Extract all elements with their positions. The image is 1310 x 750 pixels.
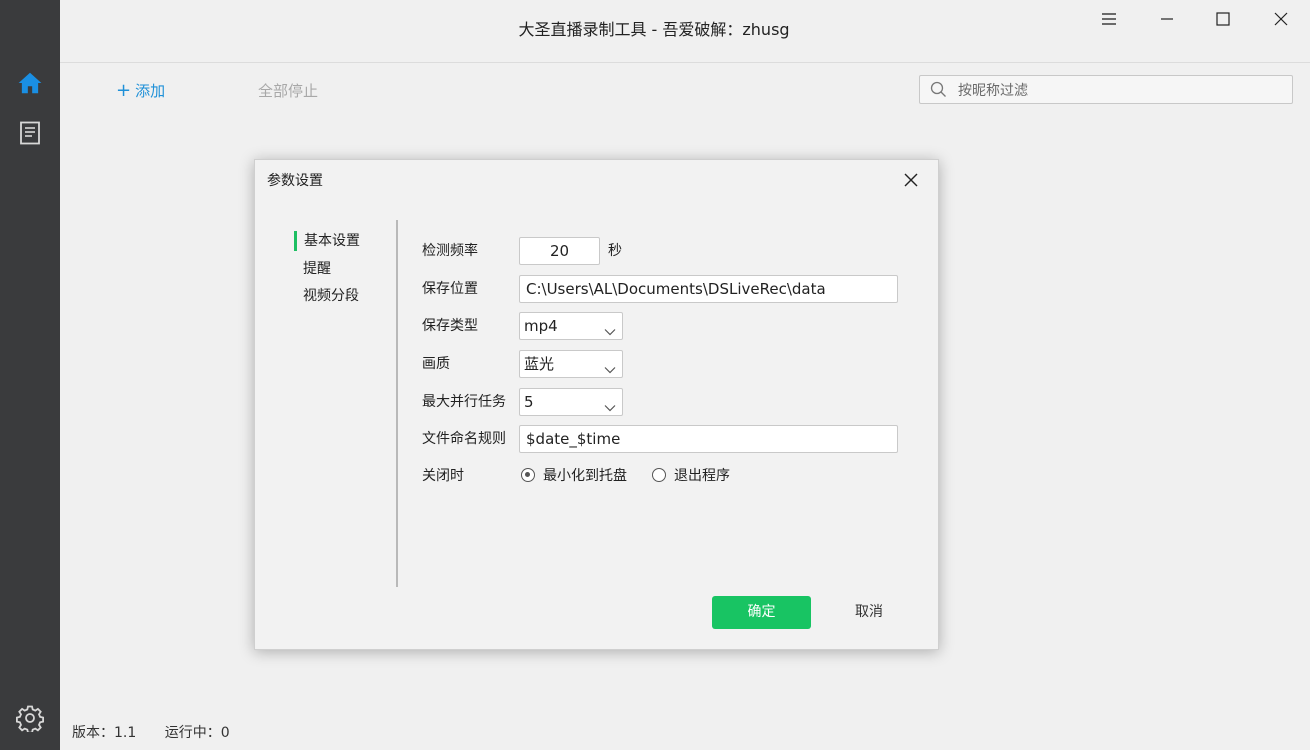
gear-icon xyxy=(16,704,44,736)
chevron-down-icon xyxy=(604,397,616,416)
search-icon xyxy=(930,81,947,102)
interval-unit: 秒 xyxy=(608,243,622,259)
running-count: 运行中：0 xyxy=(164,725,230,741)
close-icon xyxy=(904,172,918,191)
radio-unselected-icon xyxy=(652,468,666,482)
sidebar-item-settings[interactable] xyxy=(0,695,60,745)
interval-label: 检测频率 xyxy=(422,243,478,259)
naming-rule-input[interactable] xyxy=(520,426,897,452)
quality-select[interactable]: 蓝光 xyxy=(519,350,623,378)
add-button[interactable]: + 添加 xyxy=(116,78,165,104)
save-path-label: 保存位置 xyxy=(422,281,478,297)
naming-rule-label: 文件命名规则 xyxy=(422,431,506,447)
menu-icon xyxy=(1101,11,1117,30)
chevron-down-icon xyxy=(604,359,616,378)
close-window-button[interactable] xyxy=(1252,0,1310,40)
close-icon xyxy=(1274,11,1288,30)
search-box xyxy=(919,75,1293,105)
home-icon xyxy=(17,70,43,100)
save-path-box xyxy=(519,275,898,303)
max-tasks-value: 5 xyxy=(524,393,534,411)
save-type-value: mp4 xyxy=(524,317,558,335)
save-path-input[interactable] xyxy=(520,276,897,302)
radio-minimize-label: 最小化到托盘 xyxy=(543,468,627,484)
plus-icon: + xyxy=(116,80,132,101)
minimize-button[interactable] xyxy=(1138,0,1196,40)
max-tasks-select[interactable]: 5 xyxy=(519,388,623,416)
sidebar-item-home[interactable] xyxy=(0,60,60,110)
search-input[interactable] xyxy=(956,76,1280,105)
nav-video-segment[interactable]: 视频分段 xyxy=(295,286,359,306)
sidebar-item-logs[interactable] xyxy=(0,110,60,160)
document-icon xyxy=(19,121,41,149)
stop-all-label: 全部停止 xyxy=(258,82,319,100)
radio-exit-program[interactable]: 退出程序 xyxy=(652,465,730,485)
radio-minimize-to-tray[interactable]: 最小化到托盘 xyxy=(521,465,627,485)
interval-field-box xyxy=(519,237,600,265)
save-type-label: 保存类型 xyxy=(422,318,478,334)
menu-button[interactable] xyxy=(1080,0,1138,40)
window-title: 大圣直播录制工具 - 吾爱破解：zhusg xyxy=(518,20,790,39)
settings-dialog: 参数设置 基本设置 提醒 视频分段 检测频率 秒 保存位置 保存类型 mp4 画… xyxy=(254,159,939,650)
quality-value: 蓝光 xyxy=(524,355,555,373)
dialog-close-button[interactable] xyxy=(898,168,924,194)
interval-input[interactable] xyxy=(520,238,599,264)
title-bar: 大圣直播录制工具 - 吾爱破解：zhusg xyxy=(60,0,1310,63)
nav-reminder[interactable]: 提醒 xyxy=(295,259,331,279)
chevron-down-icon xyxy=(604,321,616,340)
radio-exit-label: 退出程序 xyxy=(674,468,730,484)
save-type-select[interactable]: mp4 xyxy=(519,312,623,340)
maximize-icon xyxy=(1216,11,1230,30)
nav-basic-settings[interactable]: 基本设置 xyxy=(294,231,360,251)
naming-rule-box xyxy=(519,425,898,453)
quality-label: 画质 xyxy=(422,356,450,372)
maximize-button[interactable] xyxy=(1194,0,1252,40)
max-tasks-label: 最大并行任务 xyxy=(422,394,506,410)
cancel-button[interactable]: 取消 xyxy=(829,596,909,629)
stop-all-button[interactable]: 全部停止 xyxy=(258,78,318,104)
dialog-title: 参数设置 xyxy=(267,173,323,189)
nav-divider xyxy=(396,220,398,587)
add-button-label: 添加 xyxy=(135,82,166,100)
confirm-button[interactable]: 确定 xyxy=(712,596,811,629)
on-close-label: 关闭时 xyxy=(422,468,464,484)
sidebar xyxy=(0,0,60,750)
status-bar: 版本：1.1 运行中：0 xyxy=(72,722,254,742)
radio-selected-icon xyxy=(521,468,535,482)
minimize-icon xyxy=(1160,11,1174,30)
version-label: 版本：1.1 xyxy=(72,725,137,741)
